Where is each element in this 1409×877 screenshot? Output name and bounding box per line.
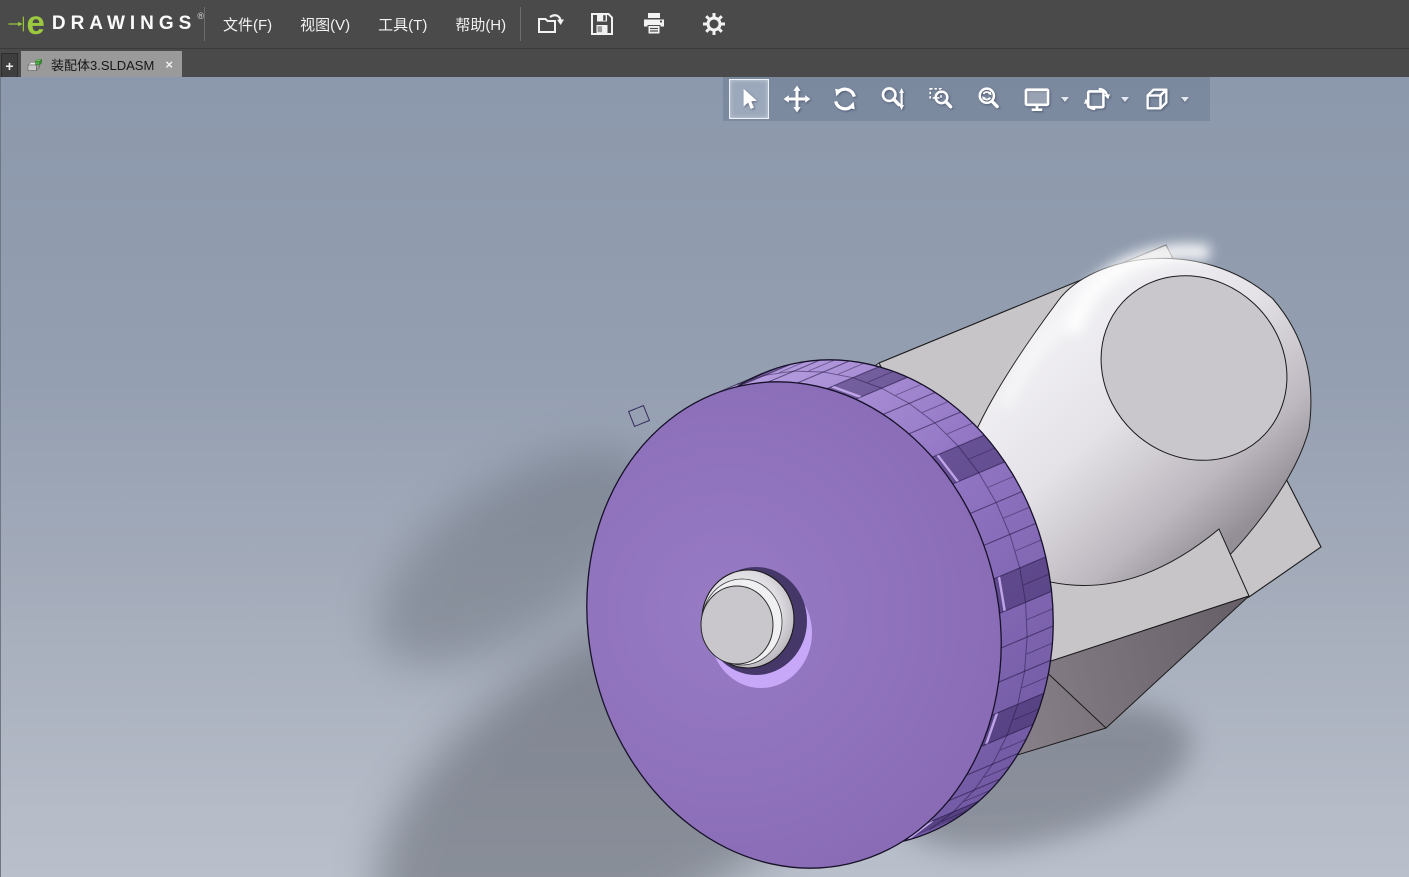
zoom-fit-icon: [978, 87, 999, 109]
view-toolbar: [723, 77, 1210, 121]
edrawings-window: e DRAWINGS ® 文件(F) 视图(V) 工具(T) 帮助(H) + 装…: [0, 0, 1409, 877]
zoom-in-out-icon: [881, 87, 904, 110]
pan-tool-button[interactable]: [777, 79, 817, 119]
pan-icon: [783, 85, 811, 113]
new-tab-button[interactable]: +: [1, 53, 18, 77]
menu-tools[interactable]: 工具(T): [364, 0, 441, 48]
markup-button[interactable]: [1077, 79, 1117, 119]
settings-button[interactable]: [699, 9, 729, 39]
markup-icon: [1083, 87, 1111, 111]
menu-items: 文件(F) 视图(V) 工具(T) 帮助(H): [209, 0, 520, 48]
open-icon: [538, 14, 565, 33]
menubar-separator-2: [520, 7, 522, 41]
select-cursor-icon: [743, 88, 758, 109]
view-orientation-button[interactable]: [1137, 79, 1177, 119]
display-mode-button[interactable]: [1017, 79, 1057, 119]
select-tool-button[interactable]: [729, 79, 769, 119]
3d-scene: [375, 243, 1322, 877]
edrawings-logo: e DRAWINGS ®: [0, 1, 204, 47]
menu-view[interactable]: 视图(V): [286, 0, 364, 48]
logo-drawings: DRAWINGS: [51, 13, 197, 34]
zoom-area-button[interactable]: [921, 79, 961, 119]
logo-e: e: [26, 3, 45, 41]
settings-gear-icon: [703, 13, 726, 35]
rotate-icon: [834, 87, 856, 111]
open-button[interactable]: [535, 9, 565, 39]
tab-close-icon[interactable]: ×: [165, 58, 173, 71]
markup-dropdown-icon[interactable]: [1121, 96, 1129, 102]
zoom-in-out-button[interactable]: [873, 79, 913, 119]
assembly-document-icon: [27, 58, 43, 71]
tab-title: 装配体3.SLDASM: [51, 57, 155, 73]
edrawings-arrow-icon: [8, 16, 24, 32]
print-icon: [644, 13, 665, 35]
menubar-quick-icons: [535, 9, 729, 39]
tab-assembly-document[interactable]: 装配体3.SLDASM ×: [21, 51, 182, 77]
zoom-fit-button[interactable]: [969, 79, 1009, 119]
logo-registered-mark: ®: [197, 11, 204, 21]
display-mode-dropdown-icon[interactable]: [1061, 96, 1069, 102]
menu-help[interactable]: 帮助(H): [441, 0, 520, 48]
view-orientation-cube-icon: [1146, 88, 1168, 110]
3d-viewport[interactable]: [0, 77, 1409, 877]
rotate-tool-button[interactable]: [825, 79, 865, 119]
save-icon: [591, 13, 614, 35]
zoom-area-icon: [929, 87, 953, 109]
save-button[interactable]: [587, 9, 617, 39]
view-orientation-dropdown-icon[interactable]: [1181, 96, 1189, 102]
menu-bar: e DRAWINGS ® 文件(F) 视图(V) 工具(T) 帮助(H): [0, 0, 1409, 48]
menu-file[interactable]: 文件(F): [209, 0, 286, 48]
face-notch: [627, 404, 651, 428]
display-mode-icon: [1024, 88, 1050, 112]
print-button[interactable]: [639, 9, 669, 39]
tab-bar: + 装配体3.SLDASM ×: [0, 48, 1409, 77]
